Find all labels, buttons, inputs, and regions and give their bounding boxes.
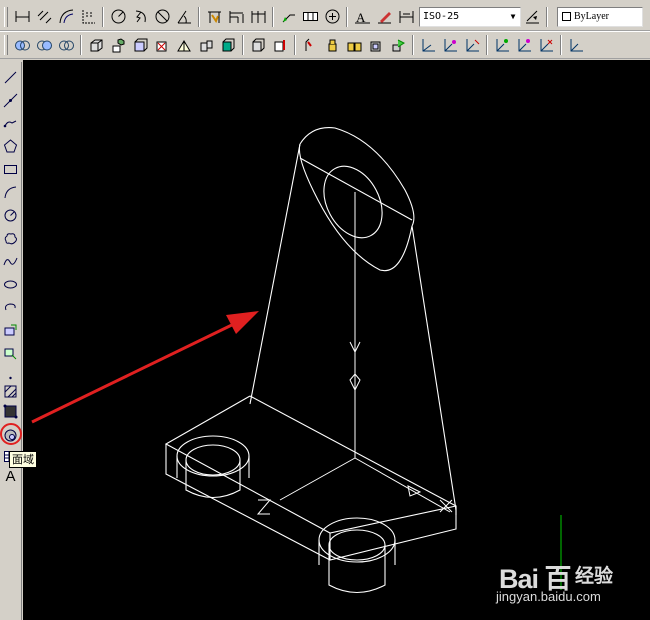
multiline-text-label: A <box>5 468 16 485</box>
layer-combo[interactable]: ByLayer <box>557 6 643 27</box>
line-icon[interactable] <box>1 68 20 87</box>
model-drawing <box>164 127 562 594</box>
ucs-world-icon[interactable] <box>34 34 54 56</box>
ucs-object-icon[interactable] <box>462 34 482 56</box>
dimension-text-edit-icon[interactable] <box>374 6 394 28</box>
extrude-icon[interactable] <box>218 34 238 56</box>
chevron-down-icon[interactable]: ▼ <box>506 8 520 26</box>
polyline-icon[interactable] <box>1 114 20 133</box>
dimension-style-combo[interactable]: ISO-25 ▼ <box>419 6 521 27</box>
ucs-face-icon[interactable] <box>492 34 512 56</box>
construction-line-icon[interactable] <box>1 91 20 110</box>
revision-cloud-icon[interactable] <box>1 229 20 248</box>
gradient-icon[interactable] <box>1 402 20 421</box>
autocad-window: A ISO-25 ▼ ByLayer A 面域 Bai 百 经验 jingyan… <box>0 0 650 620</box>
solids-toolbar <box>0 31 650 59</box>
shell-icon[interactable] <box>366 34 386 56</box>
watermark-site: 经验 <box>575 565 614 587</box>
ucs-origin-icon[interactable] <box>418 34 438 56</box>
sphere-icon[interactable] <box>108 34 128 56</box>
dimension-update-icon[interactable] <box>396 6 416 28</box>
continue-icon[interactable] <box>248 6 268 28</box>
center-mark-icon[interactable] <box>322 6 342 28</box>
linear-dimension-icon[interactable] <box>12 6 32 28</box>
watermark: Bai 百 经验 jingyan.baidu.com <box>495 555 625 610</box>
revolve-icon[interactable] <box>248 34 268 56</box>
toolbar-grip[interactable] <box>4 6 8 27</box>
dimension-style-value: ISO-25 <box>423 11 460 22</box>
ellipse-icon[interactable] <box>1 275 20 294</box>
ellipse-arc-icon[interactable] <box>1 298 20 317</box>
subtract-icon[interactable] <box>344 34 364 56</box>
radius-icon[interactable] <box>108 6 128 28</box>
tooltip: 面域 <box>9 451 37 468</box>
toolbar-grip[interactable] <box>4 35 8 55</box>
dimension-edit-icon[interactable]: A <box>352 6 372 28</box>
dimension-toolbar: A ISO-25 ▼ ByLayer <box>0 3 650 31</box>
ucs-icon-model <box>256 192 453 515</box>
jogged-icon[interactable] <box>130 6 150 28</box>
draw-toolbar: A <box>0 62 22 620</box>
baseline-icon[interactable] <box>226 6 246 28</box>
insert-block-icon[interactable] <box>1 321 20 340</box>
multiline-text-button[interactable]: A <box>1 467 20 486</box>
make-block-icon[interactable] <box>1 344 20 363</box>
quick-leader-icon[interactable] <box>278 6 298 28</box>
arc-length-icon[interactable] <box>56 6 76 28</box>
quick-dimension-icon[interactable] <box>204 6 224 28</box>
hatch-icon[interactable] <box>1 382 20 401</box>
ucs-view-icon[interactable] <box>514 34 534 56</box>
circle-icon[interactable] <box>1 206 20 225</box>
cylinder-icon[interactable] <box>130 34 150 56</box>
ucs-icon[interactable] <box>12 34 32 56</box>
torus-icon[interactable] <box>196 34 216 56</box>
polygon-icon[interactable] <box>1 137 20 156</box>
spline-icon[interactable] <box>1 252 20 271</box>
aligned-dimension-icon[interactable] <box>34 6 54 28</box>
separate-icon[interactable] <box>388 34 408 56</box>
highlight-circle <box>0 423 22 445</box>
arc-icon[interactable] <box>1 183 20 202</box>
ucs-x-icon[interactable] <box>536 34 556 56</box>
section-icon[interactable] <box>300 34 320 56</box>
ucs-3point-icon[interactable] <box>440 34 460 56</box>
dimension-style-icon[interactable] <box>522 6 542 28</box>
ucs-y-icon[interactable] <box>566 34 586 56</box>
drawing-canvas[interactable] <box>23 60 650 620</box>
cone-icon[interactable] <box>152 34 172 56</box>
box-icon[interactable] <box>86 34 106 56</box>
tolerance-icon[interactable] <box>300 6 320 28</box>
angular-icon[interactable] <box>174 6 194 28</box>
ordinate-icon[interactable] <box>78 6 98 28</box>
rectangle-icon[interactable] <box>1 160 20 179</box>
diameter-icon[interactable] <box>152 6 172 28</box>
slice-icon[interactable] <box>270 34 290 56</box>
layer-combo-value: ByLayer <box>574 11 609 22</box>
wedge-icon[interactable] <box>174 34 194 56</box>
union-icon[interactable] <box>322 34 342 56</box>
color-swatch <box>562 12 571 21</box>
3d-model-wireframe <box>164 127 457 594</box>
intersect-icon[interactable] <box>56 34 76 56</box>
watermark-url: jingyan.baidu.com <box>496 589 601 604</box>
